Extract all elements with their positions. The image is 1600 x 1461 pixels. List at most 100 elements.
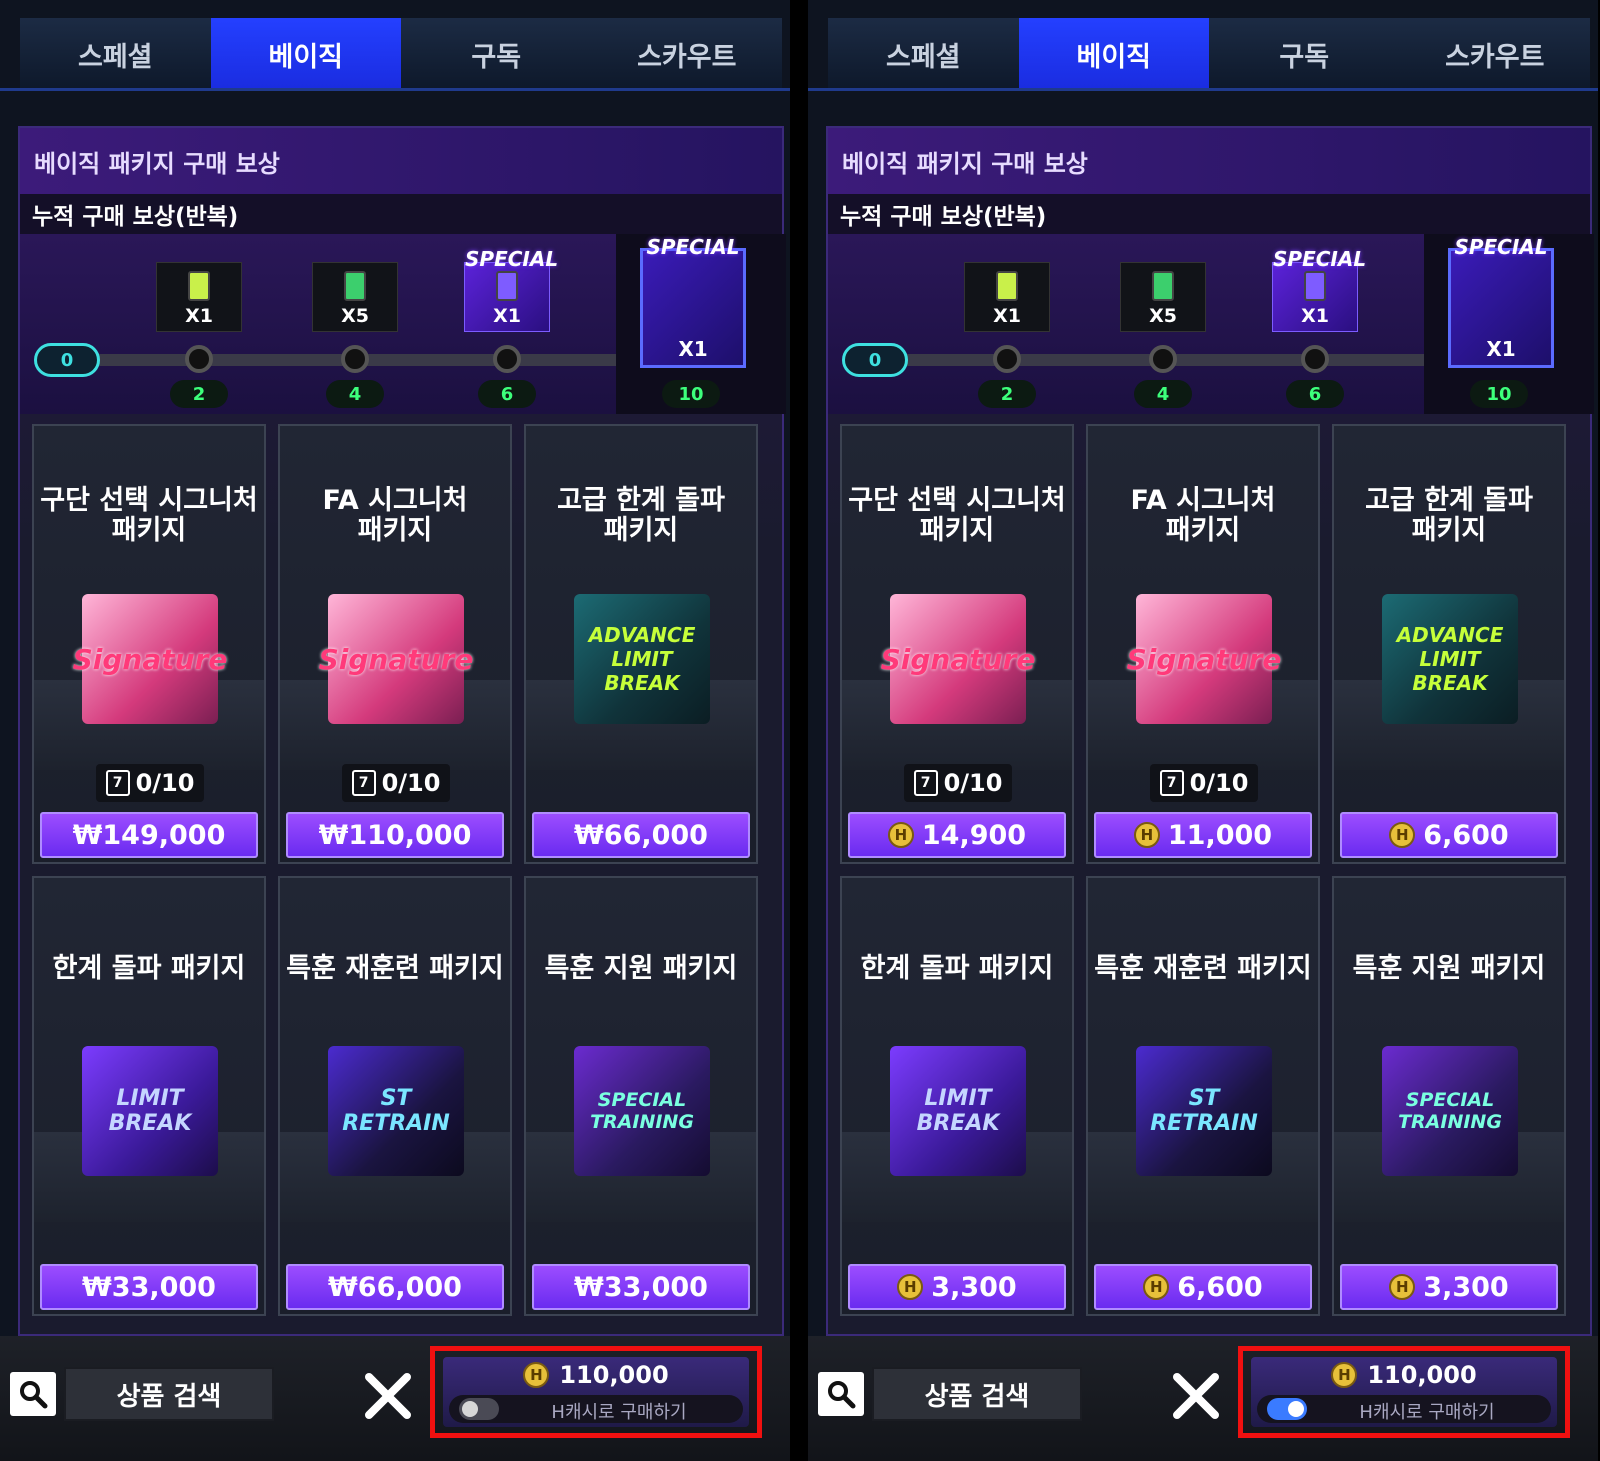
product-card[interactable]: FA 시그니처 패키지 Signature 7 0/10 H 11,000 — [1086, 424, 1320, 864]
toggle-knob — [1288, 1401, 1304, 1417]
search-icon[interactable] — [10, 1372, 56, 1416]
tab-2[interactable]: 구독 — [401, 18, 592, 90]
product-card[interactable]: 특훈 재훈련 패키지 ST RETRAIN H 6,600 — [1086, 876, 1320, 1316]
reward-qty: X1 — [678, 337, 708, 361]
reward-item[interactable]: X5 — [1120, 262, 1206, 332]
hcash-coin-icon: H — [1389, 1274, 1416, 1300]
product-card[interactable]: 구단 선택 시그니처 패키지 Signature 7 0/10 H 14,900 — [840, 424, 1074, 864]
package-box-image: ADVANCE LIMIT BREAK — [574, 594, 710, 724]
product-card[interactable]: 특훈 지원 패키지 SPECIAL TRAINING H 3,300 — [1332, 876, 1566, 1316]
price-label: ₩33,000 — [82, 1271, 216, 1303]
close-icon[interactable] — [358, 1366, 418, 1426]
price-button[interactable]: H 11,000 — [1094, 812, 1312, 858]
hcash-purchase-panel[interactable]: H 110,000 H캐시로 구매하기 — [443, 1357, 749, 1427]
progress-start: 0 — [34, 343, 100, 377]
final-reward[interactable]: SPECIAL X1 10 — [1424, 234, 1594, 414]
hcash-toggle[interactable] — [459, 1398, 499, 1420]
purchase-limit: 7 0/10 — [904, 764, 1012, 802]
hcash-toggle[interactable] — [1267, 1398, 1307, 1420]
price-button[interactable]: H 3,300 — [1340, 1264, 1558, 1310]
tab-underline — [0, 88, 790, 91]
product-title-line: 패키지 — [1411, 515, 1487, 546]
price-button[interactable]: ₩66,000 — [532, 812, 750, 858]
product-title-line: 고급 한계 돌파 — [1365, 485, 1533, 516]
special-label: SPECIAL — [1273, 247, 1367, 271]
price-button[interactable]: ₩33,000 — [40, 1264, 258, 1310]
reward-qty: X1 — [993, 305, 1021, 327]
toggle-knob — [462, 1401, 478, 1417]
product-card[interactable]: 한계 돌파 패키지 LIMIT BREAK ₩33,000 — [32, 876, 266, 1316]
product-title-line: 패키지 — [919, 515, 995, 546]
reward-item[interactable]: X1 — [964, 262, 1050, 332]
screen-hcash: 스페셜 베이직 구독 스카우트 베이직 패키지 구매 보상 누적 구매 보상(반복) 0 X1… — [808, 0, 1598, 1461]
package-box-image: Signature — [319, 594, 473, 724]
step-number: 2 — [978, 380, 1036, 408]
close-icon[interactable] — [1166, 1366, 1226, 1426]
product-title-line: 고급 한계 돌파 — [557, 485, 725, 516]
product-card[interactable]: 고급 한계 돌파 패키지 ADVANCE LIMIT BREAK ₩66,000 — [524, 424, 758, 864]
toggle-label: H캐시로 구매하기 — [1359, 1402, 1495, 1423]
tab-1[interactable]: 베이직 — [1018, 18, 1209, 90]
product-title: 구단 선택 시그니처 패키지 — [842, 486, 1072, 546]
product-title-line: 구단 선택 시그니처 — [40, 485, 258, 516]
reward-qty: X5 — [341, 305, 369, 327]
tab-3[interactable]: 스카우트 — [591, 18, 782, 90]
reward-qty: X1 — [1486, 337, 1516, 361]
hcash-purchase-box: H 110,000 H캐시로 구매하기 — [1238, 1346, 1570, 1438]
product-title-line: 특훈 재훈련 패키지 — [286, 953, 504, 984]
product-title-line: 패키지 — [1165, 515, 1241, 546]
product-title: 고급 한계 돌파 패키지 — [1334, 486, 1564, 546]
tab-2[interactable]: 구독 — [1209, 18, 1400, 90]
price-button[interactable]: H 14,900 — [848, 812, 1066, 858]
price-button[interactable]: ₩66,000 — [286, 1264, 504, 1310]
reward-item[interactable]: SPECIAL X1 — [1272, 247, 1366, 332]
panel-subtitle: 누적 구매 보상(반복) — [828, 194, 1590, 234]
price-button[interactable]: ₩33,000 — [532, 1264, 750, 1310]
price-button[interactable]: H 3,300 — [848, 1264, 1066, 1310]
price-button[interactable]: H 6,600 — [1094, 1264, 1312, 1310]
product-card[interactable]: 구단 선택 시그니처 패키지 Signature 7 0/10 ₩149,000 — [32, 424, 266, 864]
tab-0[interactable]: 스페셜 — [20, 18, 211, 90]
tab-3[interactable]: 스카우트 — [1399, 18, 1590, 90]
special-label: SPECIAL — [1454, 235, 1548, 259]
product-card[interactable]: 특훈 지원 패키지 SPECIAL TRAINING ₩33,000 — [524, 876, 758, 1316]
search-icon[interactable] — [818, 1372, 864, 1416]
price-button[interactable]: H 6,600 — [1340, 812, 1558, 858]
tab-1[interactable]: 베이직 — [210, 18, 401, 90]
reward-qty: X5 — [1149, 305, 1177, 327]
reward-item[interactable]: SPECIAL X1 — [464, 247, 558, 332]
reward-item[interactable]: X1 — [156, 262, 242, 332]
price-label: ₩33,000 — [574, 1271, 708, 1303]
price-button[interactable]: ₩110,000 — [286, 812, 504, 858]
reward-item[interactable]: X5 — [312, 262, 398, 332]
hcash-coin-icon: H — [523, 1362, 550, 1388]
toggle-label: H캐시로 구매하기 — [551, 1402, 687, 1423]
price-label: 6,600 — [1423, 819, 1509, 851]
product-search-button[interactable]: 상품 검색 — [872, 1367, 1082, 1421]
product-title-line: 특훈 재훈련 패키지 — [1094, 953, 1312, 984]
product-search-button[interactable]: 상품 검색 — [64, 1367, 274, 1421]
progress-node — [993, 345, 1021, 373]
product-card[interactable]: 고급 한계 돌파 패키지 ADVANCE LIMIT BREAK H 6,600 — [1332, 424, 1566, 864]
purchase-limit: 7 0/10 — [342, 764, 450, 802]
reward-qty: X1 — [185, 305, 213, 327]
hcash-amount: 110,000 — [559, 1361, 669, 1389]
price-button[interactable]: ₩149,000 — [40, 812, 258, 858]
product-title: 특훈 재훈련 패키지 — [1088, 954, 1318, 984]
purchase-limit: 7 0/10 — [1150, 764, 1258, 802]
hcash-coin-icon: H — [1143, 1274, 1170, 1300]
panel-title: 베이직 패키지 구매 보상 — [20, 128, 782, 194]
product-title-line: 한계 돌파 패키지 — [860, 953, 1054, 984]
product-card[interactable]: FA 시그니처 패키지 Signature 7 0/10 ₩110,000 — [278, 424, 512, 864]
hcash-toggle-row: H캐시로 구매하기 — [1257, 1395, 1551, 1423]
product-card[interactable]: 특훈 재훈련 패키지 ST RETRAIN ₩66,000 — [278, 876, 512, 1316]
tab-bar: 스페셜 베이직 구독 스카우트 — [20, 18, 782, 90]
package-box-image: SPECIAL TRAINING — [1382, 1046, 1518, 1176]
progress-node — [185, 345, 213, 373]
progress-start: 0 — [842, 343, 908, 377]
final-reward[interactable]: SPECIAL X1 10 — [616, 234, 786, 414]
product-title: 특훈 지원 패키지 — [1334, 954, 1564, 984]
product-card[interactable]: 한계 돌파 패키지 LIMIT BREAK H 3,300 — [840, 876, 1074, 1316]
hcash-purchase-panel[interactable]: H 110,000 H캐시로 구매하기 — [1251, 1357, 1557, 1427]
tab-0[interactable]: 스페셜 — [828, 18, 1019, 90]
